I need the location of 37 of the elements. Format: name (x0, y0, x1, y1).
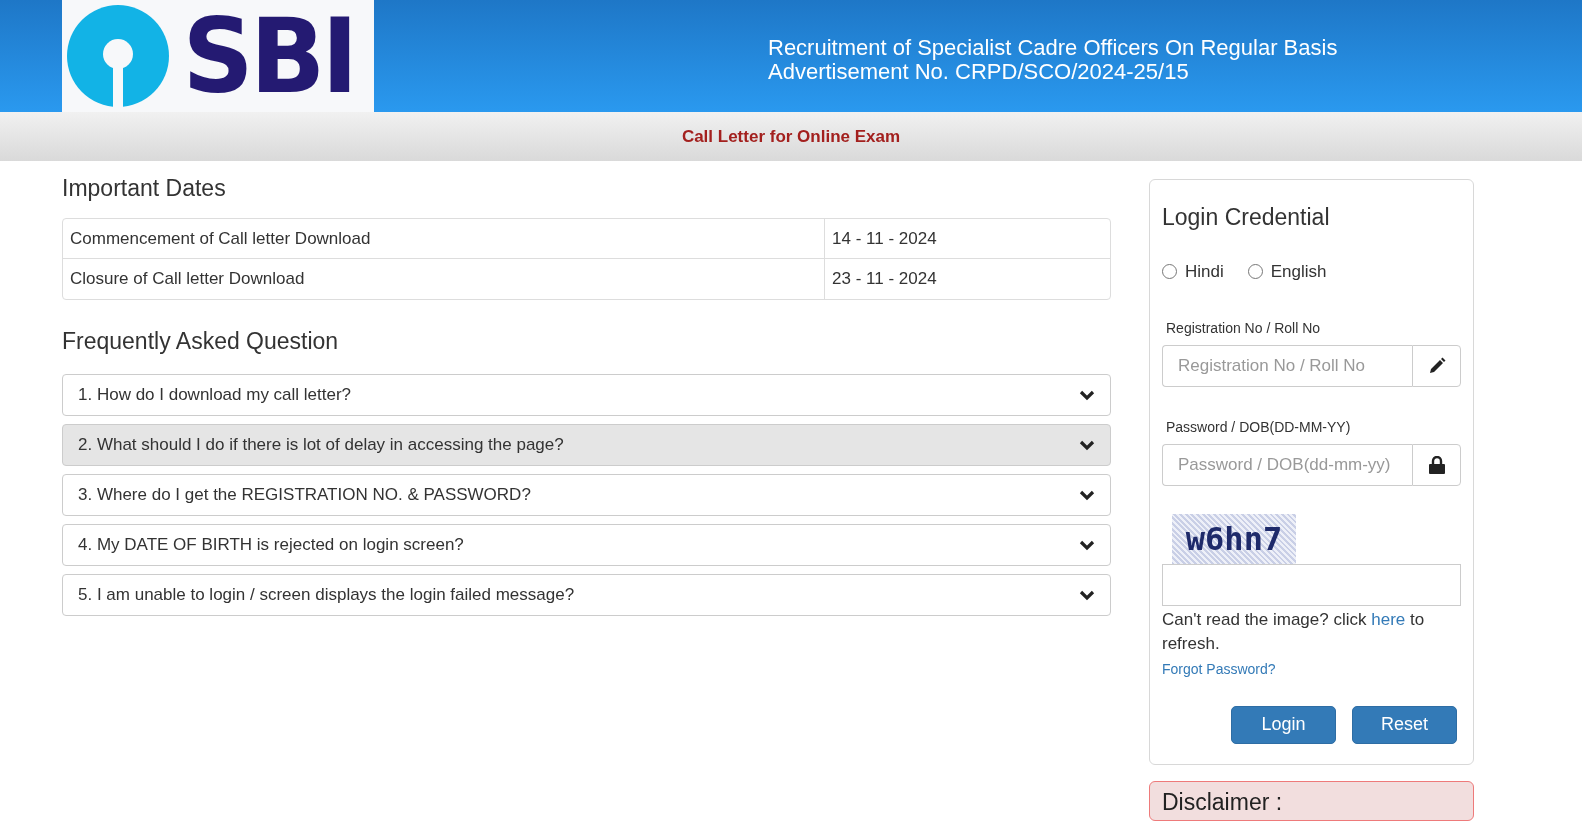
input-field[interactable]: Registration No / Roll No (1162, 345, 1412, 387)
input-field[interactable]: Password / DOB(dd-mm-yy) (1162, 444, 1412, 486)
faq-item[interactable]: 3. Where do I get the REGISTRATION NO. & PASSWORD? (62, 474, 1111, 516)
section-heading: Important Dates (62, 174, 227, 203)
forgot-password-link[interactable]: Forgot Password? (1162, 659, 1276, 680)
captcha-field[interactable] (1162, 564, 1461, 606)
table-cell: 14 - 11 - 2024 (824, 218, 1110, 258)
table-cell-text: Commencement of Call letter Download (69, 227, 372, 250)
pencil-icon (1427, 357, 1446, 375)
radio-label: Hindi (1185, 260, 1224, 283)
chevron-icon (1079, 489, 1095, 501)
table-cell-text: Closure of Call letter Download (69, 268, 306, 290)
action-button[interactable]: Login (1231, 705, 1336, 744)
field-label: Password / DOB(DD-MM-YY) (1166, 418, 1352, 437)
lock-icon (1428, 456, 1445, 474)
radio-label: English (1270, 260, 1327, 283)
field-label: Registration No / Roll No (1166, 319, 1322, 338)
captcha-image: w6hn7 (1172, 514, 1296, 564)
chevron-icon (1079, 439, 1095, 451)
section-heading: Frequently Asked Question (62, 326, 340, 356)
panel-heading: Disclaimer : (1162, 787, 1284, 816)
section-title: Call Letter for Online Exam (681, 125, 901, 148)
faq-item[interactable]: 4. My DATE OF BIRTH is rejected on login screen? (62, 524, 1111, 566)
table-cell: 23 - 11 - 2024 (824, 259, 1110, 299)
refresh-hint: Can't read the image? click here to refresh. (1162, 609, 1426, 655)
logo-emblem-icon (66, 4, 170, 108)
faq-item[interactable]: 2. What should I do if there is lot of delay in accessing the page? (62, 424, 1111, 466)
page-title: Recruitment of Specialist Cadre Officers On Regular Basis Advertisement No. CRPD/SCO/2024-25/15 (768, 36, 1338, 86)
logo-text: SBI (182, 4, 355, 108)
faq-item[interactable]: 5. I am unable to login / screen displays the login failed message? (62, 574, 1111, 616)
chevron-icon (1079, 539, 1095, 551)
action-button[interactable]: Reset (1352, 705, 1457, 744)
panel-heading: Login Credential (1162, 203, 1331, 232)
chevron-icon (1079, 389, 1095, 401)
faq-item[interactable]: 1. How do I download my call letter? (62, 374, 1111, 416)
chevron-icon (1079, 589, 1095, 601)
refresh-link[interactable]: here (1371, 610, 1406, 629)
